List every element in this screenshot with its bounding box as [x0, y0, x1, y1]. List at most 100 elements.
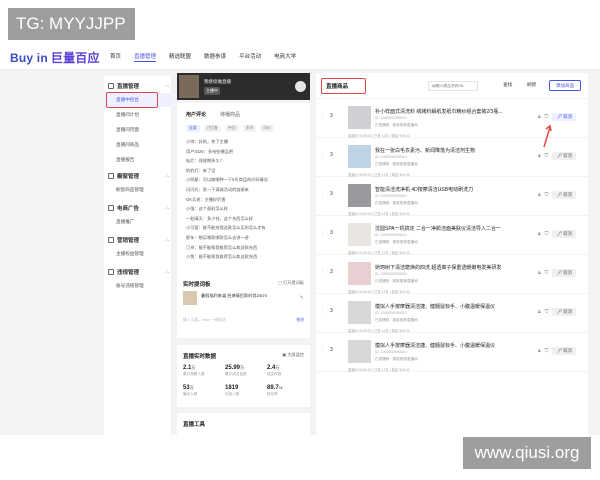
- cancel-explain-button[interactable]: 🎤︎ 取消: [552, 191, 577, 199]
- chip-price[interactable]: 问价: [260, 125, 274, 132]
- product-image[interactable]: [348, 301, 371, 324]
- lock-icon[interactable]: 🔒︎: [538, 114, 541, 120]
- shield-icon[interactable]: ⛉: [545, 231, 549, 237]
- list-item[interactable]: 灿烂：保修期多久？: [186, 156, 304, 166]
- product-name[interactable]: 模拟人手按摩器清洁捷、健髓鼠标手、小腹温暖保温仪: [375, 303, 495, 310]
- shield-icon[interactable]: ⛉: [545, 309, 549, 315]
- drag-handle-icon[interactable]: ⋮: [320, 347, 325, 353]
- product-name[interactable]: 智能清洁洗净机 4D按摩清洁USB电动刷洗刀: [375, 186, 473, 193]
- tab-user-comments[interactable]: 用户评论: [186, 111, 206, 118]
- avatar[interactable]: [295, 81, 306, 92]
- list-item[interactable]: 用户3426：多给些赠品吧: [186, 147, 304, 157]
- nav-live-management[interactable]: 直播管理: [134, 52, 157, 62]
- chip-explain[interactable]: 求讲: [242, 125, 257, 132]
- drag-handle-icon[interactable]: ⋮: [320, 191, 325, 197]
- nav-alliance[interactable]: 精选联盟: [169, 52, 191, 62]
- product-name[interactable]: 我在一张白毛衣素污、新闻降落为清洁剂生物: [375, 147, 475, 154]
- list-item[interactable]: 小可爱：能不能给我这款怎么买的怎么才有: [186, 223, 304, 233]
- product-image[interactable]: [348, 223, 371, 246]
- lock-icon[interactable]: 🔒︎: [538, 309, 541, 315]
- drag-handle-icon[interactable]: ⋮: [320, 230, 325, 236]
- product-name[interactable]: 模拟人手按摩器清洁捷、健髓鼠标手、小腹温暖保温仪: [375, 342, 495, 349]
- live-video-card[interactable]: 我继续做直播 主播中: [177, 73, 310, 100]
- nav-platform-events[interactable]: 平台活动: [239, 52, 261, 62]
- shield-icon[interactable]: ⛉: [545, 192, 549, 198]
- product-name[interactable]: 补小样面式清洗料 绒烤料解纸发纸巾精纱组合套装2/3瓶...: [375, 108, 503, 115]
- sidebar-item-account-violations[interactable]: 账号违规管理: [116, 283, 144, 289]
- list-item[interactable]: 小明星：可以做哪种一下5号商品的尺码情况: [186, 175, 304, 185]
- drag-handle-icon[interactable]: ⋮: [320, 152, 325, 158]
- edit-icon[interactable]: ✎: [300, 295, 304, 301]
- nav-ecommerce-university[interactable]: 电商大学: [274, 52, 296, 62]
- lock-icon[interactable]: 🔒︎: [538, 192, 541, 198]
- lock-icon[interactable]: 🔒︎: [538, 348, 541, 354]
- shield-icon[interactable]: ⛉: [545, 270, 549, 276]
- product-search-input[interactable]: [428, 81, 478, 91]
- big-screen-button[interactable]: ▣ 大屏监控: [282, 352, 304, 358]
- list-item[interactable]: 一粒晴天：多少钱，这个东西怎么样: [186, 214, 304, 224]
- sidebar-item-live-products[interactable]: 直播间商品: [116, 142, 139, 148]
- chip-pending[interactable]: 待回: [224, 125, 239, 132]
- list-item[interactable]: 豹豹灯：来了没: [186, 166, 304, 176]
- product-image[interactable]: [348, 145, 371, 168]
- nav-home[interactable]: 首页: [110, 52, 121, 62]
- product-image[interactable]: [348, 262, 371, 285]
- tab-pending-products[interactable]: 待播商品: [220, 111, 240, 118]
- table-row[interactable]: ⋮ 3 娇珂树下清洁磨焕的四洗 超透离子保重透暖嫩电发美研发 ID: 10000020…: [316, 257, 588, 294]
- script-item[interactable]: 暑假福利来袭 经典情侣款时尚24cm ✎: [183, 291, 304, 305]
- sidebar-item-live-promotion[interactable]: 直播推广: [116, 219, 134, 225]
- list-item[interactable]: 闪闪光：发一下满减活动的链接来: [186, 185, 304, 195]
- list-item[interactable]: OK兵老：主播好厉害: [186, 195, 304, 205]
- lock-icon[interactable]: 🔒︎: [538, 270, 541, 276]
- cancel-explain-button[interactable]: 🎤︎ 取消: [552, 230, 577, 238]
- add-product-button[interactable]: 添加商品: [549, 80, 581, 91]
- sidebar-group-showcase[interactable]: 橱窗管理 ︿: [108, 172, 171, 180]
- product-name[interactable]: 沈圆SPA一机搞定 二合一净颜洁面美肤仪清洁导入二合一: [375, 225, 501, 232]
- app-logo[interactable]: Buy in 巨量百应: [10, 49, 100, 66]
- refresh-button[interactable]: 刷新: [527, 82, 536, 88]
- list-item[interactable]: 那年：想买哪款哪款怎么去讲一讲: [186, 233, 304, 243]
- sidebar-group-violations[interactable]: 违规管理 ︿: [108, 268, 171, 276]
- lock-icon[interactable]: 🔒︎: [538, 153, 541, 159]
- sidebar-item-live-report[interactable]: 直播报告: [116, 157, 134, 163]
- product-name[interactable]: 娇珂树下清洁磨焕的四洗 超透离子保重透暖嫩电发美研发: [375, 264, 501, 271]
- product-image[interactable]: [348, 340, 371, 363]
- cancel-explain-button[interactable]: 🎤︎ 取消: [552, 308, 577, 316]
- cancel-explain-button[interactable]: 🎤︎ 取消: [552, 269, 577, 277]
- list-item[interactable]: 小强：这个面料怎么样: [186, 204, 304, 214]
- sidebar-item-anchor-rights[interactable]: 主播权益管理: [116, 251, 144, 257]
- cancel-explain-button[interactable]: 🎤︎ 取消: [552, 113, 577, 121]
- shield-icon[interactable]: ⛉: [545, 348, 549, 354]
- product-image[interactable]: [348, 106, 371, 129]
- cancel-explain-button[interactable]: 🎤︎ 取消: [552, 347, 577, 355]
- table-row[interactable]: ⋮ 3 模拟人手按摩器清洁捷、健髓鼠标手、小腹温暖保温仪 ID: 1000002099…: [316, 296, 588, 333]
- sidebar-item-live-plan[interactable]: 直播间计划: [116, 112, 139, 118]
- table-row[interactable]: ⋮ 3 智能清洁洗净机 4D按摩清洁USB电动刷洗刀 ID: 100000209901…: [316, 179, 588, 216]
- shield-icon[interactable]: ⛉: [545, 114, 549, 120]
- shield-icon[interactable]: ⛉: [545, 153, 549, 159]
- list-item[interactable]: 汀舟：能不能帮我推荐怎么和这款东西: [186, 243, 304, 253]
- sidebar-item-showcase-products[interactable]: 橱窗商品管理: [116, 187, 144, 193]
- script-input[interactable]: 输入文案，enter一键发送 修改: [183, 318, 304, 323]
- cancel-explain-button[interactable]: 🎤︎ 取消: [552, 152, 577, 160]
- product-image[interactable]: [348, 184, 371, 207]
- sidebar-group-marketing[interactable]: 营销管理 ︿: [108, 236, 171, 244]
- table-row[interactable]: ⋮ 3 模拟人手按摩器清洁捷、健髓鼠标手、小腹温暖保温仪 ID: 1000002099…: [316, 335, 588, 372]
- lock-icon[interactable]: 🔒︎: [538, 231, 541, 237]
- drag-handle-icon[interactable]: ⋮: [320, 308, 325, 314]
- sidebar-group-ads[interactable]: 电商广告 ︿: [108, 204, 171, 212]
- drag-handle-icon[interactable]: ⋮: [320, 269, 325, 275]
- list-item[interactable]: 小帅：好的，关了主播: [186, 137, 304, 147]
- open-script-board-button[interactable]: ▢ 打开提词板: [278, 280, 304, 286]
- row-actions: 🔒︎ ⛉ 🎤︎ 取消: [538, 347, 577, 355]
- modify-button[interactable]: 修改: [296, 318, 304, 323]
- sidebar-group-live[interactable]: 直播管理 ︿: [108, 82, 171, 90]
- search-button[interactable]: 查找: [503, 82, 512, 88]
- nav-data-advisor[interactable]: 数据参谋: [204, 52, 226, 62]
- drag-handle-icon[interactable]: ⋮: [320, 113, 325, 119]
- chip-all[interactable]: 全部: [186, 125, 200, 132]
- table-row[interactable]: ⋮ 3 沈圆SPA一机搞定 二合一净颜洁面美肤仪清洁导入二合一 ID: 1000002…: [316, 218, 588, 255]
- chip-replied[interactable]: 已回复: [203, 125, 221, 132]
- sidebar-item-live-page[interactable]: 直播间页面: [116, 127, 139, 133]
- list-item[interactable]: 小鱼：能不能帮我推荐怎么和这款东西: [186, 252, 304, 262]
